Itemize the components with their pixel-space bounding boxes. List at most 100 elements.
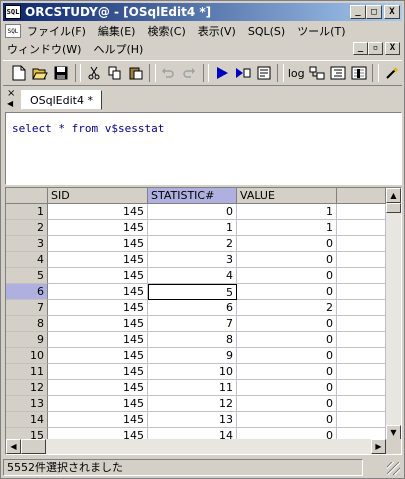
cell-sid[interactable]: 145 xyxy=(48,364,148,380)
describe-icon[interactable] xyxy=(307,62,328,84)
row-header[interactable]: 3 xyxy=(6,236,48,252)
menu-sql[interactable]: SQL(S) xyxy=(242,25,291,38)
cell-sid[interactable]: 145 xyxy=(48,332,148,348)
horizontal-scrollbar[interactable]: ◀ ▶ xyxy=(6,439,386,454)
cell-value[interactable]: 0 xyxy=(237,268,337,284)
resize-grip[interactable] xyxy=(387,462,400,475)
cell-sid[interactable]: 145 xyxy=(48,252,148,268)
cell-statistic[interactable]: 3 xyxy=(148,252,237,268)
scroll-right-button[interactable]: ▶ xyxy=(371,439,386,454)
table-row[interactable]: 11 145 10 0 xyxy=(6,364,386,380)
cell-statistic[interactable]: 6 xyxy=(148,300,237,316)
format-icon[interactable] xyxy=(328,62,349,84)
cell-statistic[interactable]: 0 xyxy=(148,204,237,220)
save-icon[interactable] xyxy=(51,62,72,84)
cell-sid[interactable]: 145 xyxy=(48,204,148,220)
table-row[interactable]: 5 145 4 0 xyxy=(6,268,386,284)
mdi-close-button[interactable]: X xyxy=(385,42,400,55)
table-row[interactable]: 3 145 2 0 xyxy=(6,236,386,252)
cell-sid[interactable]: 145 xyxy=(48,412,148,428)
table-row[interactable]: 14 145 13 0 xyxy=(6,412,386,428)
cell-value[interactable]: 0 xyxy=(237,348,337,364)
cell-value[interactable]: 0 xyxy=(237,396,337,412)
settings-icon[interactable] xyxy=(348,62,369,84)
cell-statistic[interactable]: 4 xyxy=(148,268,237,284)
tab-close-icon[interactable]: × xyxy=(7,88,15,99)
new-icon[interactable] xyxy=(9,62,30,84)
cell-statistic[interactable]: 8 xyxy=(148,332,237,348)
cell-value[interactable]: 0 xyxy=(237,252,337,268)
row-header[interactable]: 7 xyxy=(6,300,48,316)
paste-icon[interactable] xyxy=(125,62,146,84)
menu-tools[interactable]: ツール(T) xyxy=(291,23,351,39)
table-row[interactable]: 9 145 8 0 xyxy=(6,332,386,348)
maximize-button[interactable]: □ xyxy=(366,5,382,19)
cell-value[interactable]: 0 xyxy=(237,332,337,348)
cell-value[interactable]: 0 xyxy=(237,284,337,300)
redo-icon[interactable] xyxy=(179,62,200,84)
execute-icon[interactable] xyxy=(211,62,232,84)
explain-icon[interactable] xyxy=(253,62,274,84)
cell-statistic[interactable]: 11 xyxy=(148,380,237,396)
tab-osqledit4[interactable]: OSqlEdit4 * xyxy=(21,90,102,110)
row-header[interactable]: 9 xyxy=(6,332,48,348)
menu-view[interactable]: 表示(V) xyxy=(192,23,242,39)
menu-help[interactable]: ヘルプ(H) xyxy=(87,41,149,57)
cell-statistic[interactable]: 10 xyxy=(148,364,237,380)
cell-statistic[interactable]: 2 xyxy=(148,236,237,252)
execute-step-icon[interactable] xyxy=(232,62,253,84)
row-header[interactable]: 2 xyxy=(6,220,48,236)
minimize-button[interactable]: _ xyxy=(350,5,366,19)
row-header[interactable]: 5 xyxy=(6,268,48,284)
result-grid[interactable]: SID STATISTIC# VALUE 1 145 0 1 2 145 1 1 3 145 2 0 4… xyxy=(5,187,402,455)
copy-icon[interactable] xyxy=(104,62,125,84)
vertical-scrollbar[interactable]: ▲ ▼ xyxy=(386,188,401,440)
cell-sid[interactable]: 145 xyxy=(48,316,148,332)
mdi-minimize-button[interactable]: _ xyxy=(353,42,368,55)
sql-text[interactable]: select * from v$sesstat xyxy=(12,122,164,135)
cell-statistic[interactable]: 1 xyxy=(148,220,237,236)
cell-value[interactable]: 1 xyxy=(237,220,337,236)
menu-file[interactable]: ファイル(F) xyxy=(21,23,92,39)
horizontal-scroll-thumb[interactable] xyxy=(21,439,46,454)
grid-body[interactable]: SID STATISTIC# VALUE 1 145 0 1 2 145 1 1 3 145 2 0 4… xyxy=(6,188,386,440)
table-row[interactable]: 6 145 5 0 xyxy=(6,284,386,300)
table-row[interactable]: 10 145 9 0 xyxy=(6,348,386,364)
cell-statistic[interactable]: 7 xyxy=(148,316,237,332)
cell-value[interactable]: 0 xyxy=(237,316,337,332)
scroll-down-button[interactable]: ▼ xyxy=(386,425,401,440)
row-header[interactable]: 11 xyxy=(6,364,48,380)
column-header-value[interactable]: VALUE xyxy=(237,188,337,204)
table-row[interactable]: 1 145 0 1 xyxy=(6,204,386,220)
cell-sid[interactable]: 145 xyxy=(48,348,148,364)
cell-sid[interactable]: 145 xyxy=(48,236,148,252)
cell-sid[interactable]: 145 xyxy=(48,284,148,300)
cell-sid[interactable]: 145 xyxy=(48,220,148,236)
sql-editor[interactable]: select * from v$sesstat xyxy=(5,112,402,185)
open-icon[interactable] xyxy=(30,62,51,84)
cell-statistic[interactable]: 13 xyxy=(148,412,237,428)
cell-sid[interactable]: 145 xyxy=(48,300,148,316)
column-header-sid[interactable]: SID xyxy=(48,188,148,204)
grid-corner[interactable] xyxy=(6,188,48,204)
table-row[interactable]: 7 145 6 2 xyxy=(6,300,386,316)
table-row[interactable]: 2 145 1 1 xyxy=(6,220,386,236)
undo-icon[interactable] xyxy=(158,62,179,84)
row-header[interactable]: 1 xyxy=(6,204,48,220)
app-icon[interactable]: SQL xyxy=(5,5,21,19)
row-header[interactable]: 10 xyxy=(6,348,48,364)
document-menu-icon[interactable]: SQL xyxy=(5,24,21,38)
title-bar[interactable]: SQL ORCSTUDY@ - [OSqlEdit4 *] _ □ X xyxy=(3,3,402,21)
cell-value[interactable]: 0 xyxy=(237,364,337,380)
column-header-statistic[interactable]: STATISTIC# xyxy=(148,188,237,204)
cell-value[interactable]: 0 xyxy=(237,380,337,396)
scroll-up-button[interactable]: ▲ xyxy=(386,188,401,203)
row-header[interactable]: 4 xyxy=(6,252,48,268)
cell-sid[interactable]: 145 xyxy=(48,396,148,412)
cell-statistic[interactable]: 9 xyxy=(148,348,237,364)
cell-value[interactable]: 0 xyxy=(237,412,337,428)
log-icon[interactable]: log xyxy=(286,67,307,80)
table-row[interactable]: 12 145 11 0 xyxy=(6,380,386,396)
row-header[interactable]: 13 xyxy=(6,396,48,412)
menu-window[interactable]: ウィンドウ(W) xyxy=(3,41,87,57)
